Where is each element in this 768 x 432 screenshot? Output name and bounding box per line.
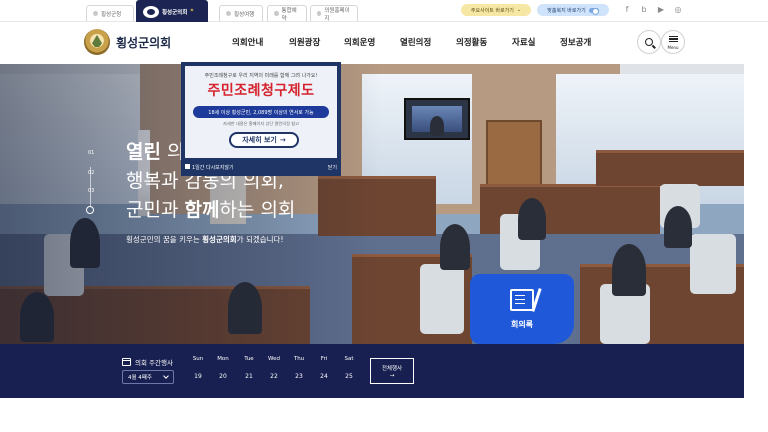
hamburger-icon: [668, 34, 678, 43]
search-button[interactable]: [637, 30, 661, 54]
arrow-right-icon: →: [279, 136, 286, 144]
nav-council-operation[interactable]: 의회운영: [344, 36, 375, 48]
nav-member-plaza[interactable]: 의원광장: [289, 36, 320, 48]
council-emblem-icon: [143, 5, 159, 18]
week-select[interactable]: 4월 4째주: [122, 370, 174, 384]
arrow-right-icon: →: [389, 372, 395, 379]
popup-close-button[interactable]: 닫기: [328, 164, 337, 171]
schedule-title: 의회 주간행사: [122, 357, 173, 367]
hero-banner: 01 02 03 열린 의 행복과 감동의 의회, 군민과 함께하는 의회 횡성…: [0, 64, 744, 344]
council-logo-icon: [84, 29, 110, 55]
notice-popup: 주민조례청구로 우리 지역의 미래를 함께 그려 나가요! 주민조례청구제도 1…: [181, 62, 341, 176]
minutes-button[interactable]: 회의록: [470, 274, 574, 344]
slide-pause-icon[interactable]: [86, 206, 94, 214]
hero-headline-line-3: 군민과 함께하는 의회: [126, 199, 296, 221]
popup-eligibility-band: 18세 이상 횡성군민, 2,089명 이상의 연서로 가능: [193, 106, 329, 118]
calendar-icon: [122, 358, 131, 366]
popup-dismiss-today[interactable]: 1일간 다시보지않기: [185, 164, 234, 171]
chevron-down-icon: ⌄: [516, 7, 522, 13]
site-header: 횡성군의회 의회안내 의원광장 의회운영 열린의정 의정활동 자료실 정보공개 …: [0, 22, 768, 64]
travel-icon: [226, 11, 231, 16]
nav-info-disclosure[interactable]: 정보공개: [560, 36, 591, 48]
site-tab-travel[interactable]: 횡성여행: [219, 5, 263, 21]
chevron-down-icon: [163, 373, 169, 379]
county-office-icon: [93, 11, 98, 16]
slide-indicator-2[interactable]: 02: [88, 170, 94, 176]
popup-detail-button[interactable]: 자세히 보기 →: [229, 132, 299, 148]
youtube-icon[interactable]: ▶: [656, 5, 666, 14]
reservation-icon: [274, 11, 279, 16]
slide-indicator-1[interactable]: 01: [88, 150, 94, 156]
checkbox-icon: [185, 164, 190, 169]
nav-council-info[interactable]: 의회안내: [232, 36, 263, 48]
member-homepage-icon: [317, 11, 322, 16]
hero-headline-line-1: 열린 의: [126, 141, 185, 163]
site-tab-member-homepage[interactable]: 의원홈페이지: [310, 5, 358, 22]
all-events-button[interactable]: 전체행사 →: [370, 358, 414, 384]
blog-icon[interactable]: b: [639, 5, 649, 14]
star-icon: *: [190, 8, 194, 15]
search-icon: [645, 38, 653, 46]
instagram-icon[interactable]: ◎: [673, 5, 683, 14]
site-tab-council[interactable]: 횡성군의회 *: [136, 0, 208, 22]
welfare-shortcut-button[interactable]: 맞춤복지 바로가기: [537, 4, 609, 16]
toggle-icon: [588, 7, 599, 15]
facebook-icon[interactable]: f: [622, 5, 632, 14]
weekly-schedule-bar: 의회 주간행사 4월 4째주 Sun 19 Mon 20 Tue 21 Wed …: [0, 344, 744, 398]
nav-open-council[interactable]: 열린의정: [400, 36, 431, 48]
popup-title: 주민조례청구제도: [207, 83, 315, 99]
site-logo[interactable]: 횡성군의회: [84, 29, 171, 55]
popup-banner[interactable]: 주민조례청구로 우리 지역의 미래를 함께 그려 나가요! 주민조례청구제도 1…: [185, 66, 337, 158]
site-tab-county-office[interactable]: 횡성군청: [86, 5, 134, 21]
document-pen-icon: [510, 288, 534, 311]
menu-button[interactable]: Menu: [661, 30, 685, 54]
site-tab-reservation[interactable]: 통합예약: [267, 5, 307, 22]
utility-bar: 횡성군청 횡성군의회 * 횡성여행 통합예약 의원홈페이지 주요사이트 바로가기…: [0, 0, 768, 22]
nav-council-activities[interactable]: 의정활동: [456, 36, 487, 48]
nav-archive[interactable]: 자료실: [512, 36, 535, 48]
shortcut-sites-button[interactable]: 주요사이트 바로가기 ⌄: [461, 4, 531, 16]
slide-indicator-3[interactable]: 03: [88, 188, 94, 194]
hero-subline: 횡성군민의 꿈을 키우는 횡성군의회가 되겠습니다!: [126, 235, 284, 244]
